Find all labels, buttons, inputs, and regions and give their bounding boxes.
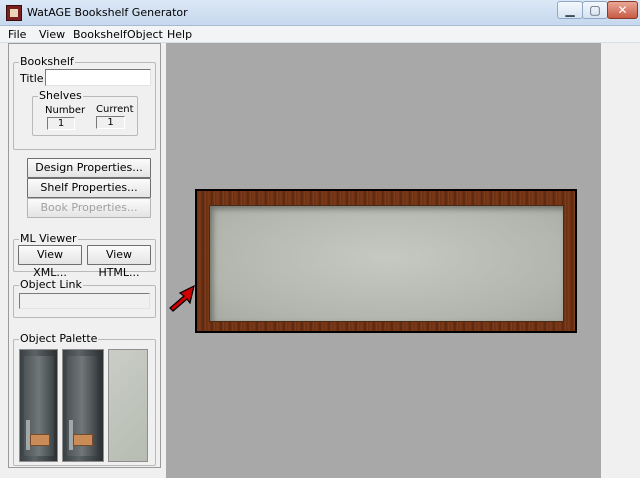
- book-properties-button[interactable]: Book Properties...: [27, 198, 151, 218]
- object-link-label: Object Link: [19, 278, 83, 291]
- minimize-button[interactable]: ▁: [557, 1, 583, 19]
- palette-blank-panel[interactable]: [108, 349, 148, 462]
- palette-binder-book-1[interactable]: [19, 349, 58, 462]
- design-properties-button[interactable]: Design Properties...: [27, 158, 151, 178]
- menu-object[interactable]: Object: [127, 28, 163, 41]
- close-button[interactable]: ✕: [607, 1, 638, 19]
- shelf-properties-button[interactable]: Shelf Properties...: [27, 178, 151, 198]
- binder-label: [73, 434, 93, 446]
- shelf-number-value: 1: [47, 117, 75, 130]
- canvas-side-strip: [601, 43, 640, 478]
- app-icon: [6, 5, 22, 21]
- maximize-button[interactable]: ▢: [582, 1, 608, 19]
- bookshelf-group-label: Bookshelf: [19, 55, 75, 68]
- ml-viewer-label: ML Viewer: [19, 232, 78, 245]
- menu-bookshelf[interactable]: Bookshelf: [73, 28, 127, 41]
- menu-bar: File View Bookshelf Object Help: [0, 26, 640, 43]
- title-input[interactable]: [45, 69, 151, 86]
- shelf-current-value[interactable]: 1: [96, 116, 125, 129]
- pointer-arrow-icon: [169, 284, 195, 312]
- object-link-input[interactable]: [19, 293, 150, 309]
- view-xml-button[interactable]: View XML...: [18, 245, 82, 279]
- shelf-current-label: Current: [96, 104, 134, 115]
- object-palette-label: Object Palette: [19, 332, 99, 345]
- shelf-number-label: Number: [45, 105, 86, 116]
- menu-file[interactable]: File: [8, 28, 26, 41]
- view-html-button[interactable]: View HTML...: [87, 245, 151, 279]
- title-label: Title: [20, 72, 44, 85]
- menu-help[interactable]: Help: [167, 28, 192, 41]
- palette-binder-book-2[interactable]: [62, 349, 104, 462]
- binder-label: [30, 434, 50, 446]
- shelves-group-label: Shelves: [38, 89, 83, 102]
- shelf-back-panel[interactable]: [209, 205, 564, 322]
- title-bar[interactable]: WatAGE Bookshelf Generator ▁ ▢ ✕: [0, 0, 640, 26]
- menu-view[interactable]: View: [39, 28, 65, 41]
- window-title: WatAGE Bookshelf Generator: [27, 6, 188, 19]
